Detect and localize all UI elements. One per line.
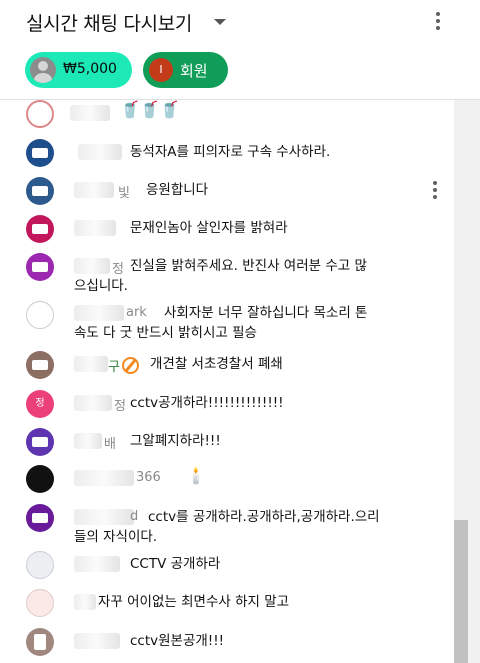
avatar: [26, 551, 54, 579]
author-name: [74, 594, 96, 610]
chat-message-list[interactable]: 🥤🥤🥤 동석자A를 피의자로 구속 수사하라. 빛 응원합니다 문재인놈아 살인…: [0, 100, 454, 663]
more-vert-icon[interactable]: [434, 12, 442, 34]
avatar: [26, 253, 54, 281]
message-text: 문재인놈아 살인자를 밝혀라: [130, 220, 288, 236]
author-name-suffix: 정: [112, 262, 124, 277]
list-item[interactable]: ark 사회자분 너무 잘하십니다 목소리 톤 속도 다 굿 반드시 밝히시고 …: [0, 299, 454, 345]
list-item[interactable]: 배 그알폐지하라!!!: [0, 427, 454, 457]
more-vert-icon[interactable]: [431, 181, 439, 203]
message-text: cctv공개하라!!!!!!!!!!!!!!: [130, 395, 284, 411]
avatar: [26, 215, 54, 243]
message-text: 진실을 밝혀주세요. 반진사 여러분 수고 많: [130, 258, 367, 274]
author-name: [74, 356, 108, 372]
author-name: [74, 395, 112, 411]
avatar: [26, 351, 54, 379]
avatar: [26, 177, 54, 205]
list-item[interactable]: d cctv를 공개하라.공개하라,공개하라.으리 들의 자식이다.: [0, 503, 454, 549]
author-name: [74, 509, 134, 525]
member-avatar: I: [149, 58, 173, 82]
avatar: [26, 100, 54, 128]
avatar: [26, 139, 54, 167]
author-name: [78, 144, 122, 160]
list-item[interactable]: 🥤🥤🥤: [0, 100, 454, 130]
author-name-suffix: ark: [126, 305, 147, 320]
avatar: [26, 504, 54, 532]
avatar: [26, 428, 54, 456]
author-name: [74, 305, 124, 321]
list-item[interactable]: 문재인놈아 살인자를 밝혀라: [0, 214, 454, 244]
chat-title[interactable]: 실시간 채팅 다시보기: [26, 9, 192, 36]
author-name: [74, 556, 120, 572]
list-item[interactable]: CCTV 공개하라: [0, 550, 454, 580]
list-item[interactable]: cctv원본공개!!!: [0, 627, 454, 657]
list-item[interactable]: 구 개견찰 서초경찰서 폐쇄: [0, 350, 454, 380]
list-item[interactable]: 빛 응원합니다: [0, 176, 454, 206]
list-item[interactable]: 정 진실을 밝혀주세요. 반진사 여러분 수고 많 으십니다.: [0, 252, 454, 298]
author-name-suffix: 366: [136, 470, 161, 485]
super-chat-chip[interactable]: ₩5,000: [25, 52, 132, 88]
member-label: 회원: [180, 62, 208, 80]
author-name-suffix: 구: [108, 360, 120, 375]
author-name-suffix: d: [130, 509, 139, 524]
list-item[interactable]: 정 정 cctv공개하라!!!!!!!!!!!!!!: [0, 389, 454, 419]
author-name: [70, 105, 110, 121]
message-text: cctv를 공개하라.공개하라,공개하라.으리: [148, 509, 380, 525]
avatar: [26, 628, 54, 656]
author-name-suffix: 배: [104, 437, 116, 452]
message-text: CCTV 공개하라: [130, 556, 221, 572]
avatar: [26, 301, 54, 329]
cup-emoji-icon: 🥤🥤🥤: [120, 100, 180, 119]
author-name: [74, 433, 102, 449]
message-text: cctv원본공개!!!: [130, 633, 225, 649]
author-name-suffix: 정: [114, 399, 126, 414]
list-item[interactable]: 자꾸 어이없는 최면수사 하지 말고: [0, 588, 454, 618]
list-item[interactable]: 366 🕯️: [0, 464, 454, 494]
author-name: [74, 470, 134, 486]
member-chip[interactable]: I 회원: [143, 52, 228, 88]
message-text-continued: 들의 자식이다.: [74, 529, 158, 545]
scrollbar-thumb[interactable]: [454, 520, 468, 663]
avatar: [30, 57, 56, 83]
arrow-drop-down-icon[interactable]: [214, 19, 226, 25]
author-name: [74, 220, 116, 236]
message-text: 개견찰 서초경찰서 폐쇄: [150, 356, 283, 372]
author-name: [74, 182, 114, 198]
author-name: [74, 633, 120, 649]
avatar: [26, 589, 54, 617]
chat-header: 실시간 채팅 다시보기 ₩5,000 I 회원: [0, 0, 480, 100]
author-name: [74, 258, 110, 274]
candle-emoji-icon: 🕯️: [186, 466, 206, 485]
message-text: 자꾸 어이없는 최면수사 하지 말고: [98, 594, 290, 610]
list-item[interactable]: 동석자A를 피의자로 구속 수사하라.: [0, 138, 454, 168]
prohibited-icon: [122, 357, 139, 374]
message-text-continued: 속도 다 굿 반드시 밝히시고 필승: [74, 325, 257, 341]
avatar: 정: [26, 390, 54, 418]
message-text: 동석자A를 피의자로 구속 수사하라.: [130, 144, 331, 160]
message-text: 사회자분 너무 잘하십니다 목소리 톤: [164, 305, 368, 321]
author-name-suffix: 빛: [118, 186, 130, 201]
message-text-continued: 으십니다.: [74, 278, 128, 294]
avatar: [26, 465, 54, 493]
donation-amount: ₩5,000: [63, 61, 117, 77]
message-text: 응원합니다: [146, 182, 209, 198]
message-text: 그알폐지하라!!!: [130, 433, 221, 449]
